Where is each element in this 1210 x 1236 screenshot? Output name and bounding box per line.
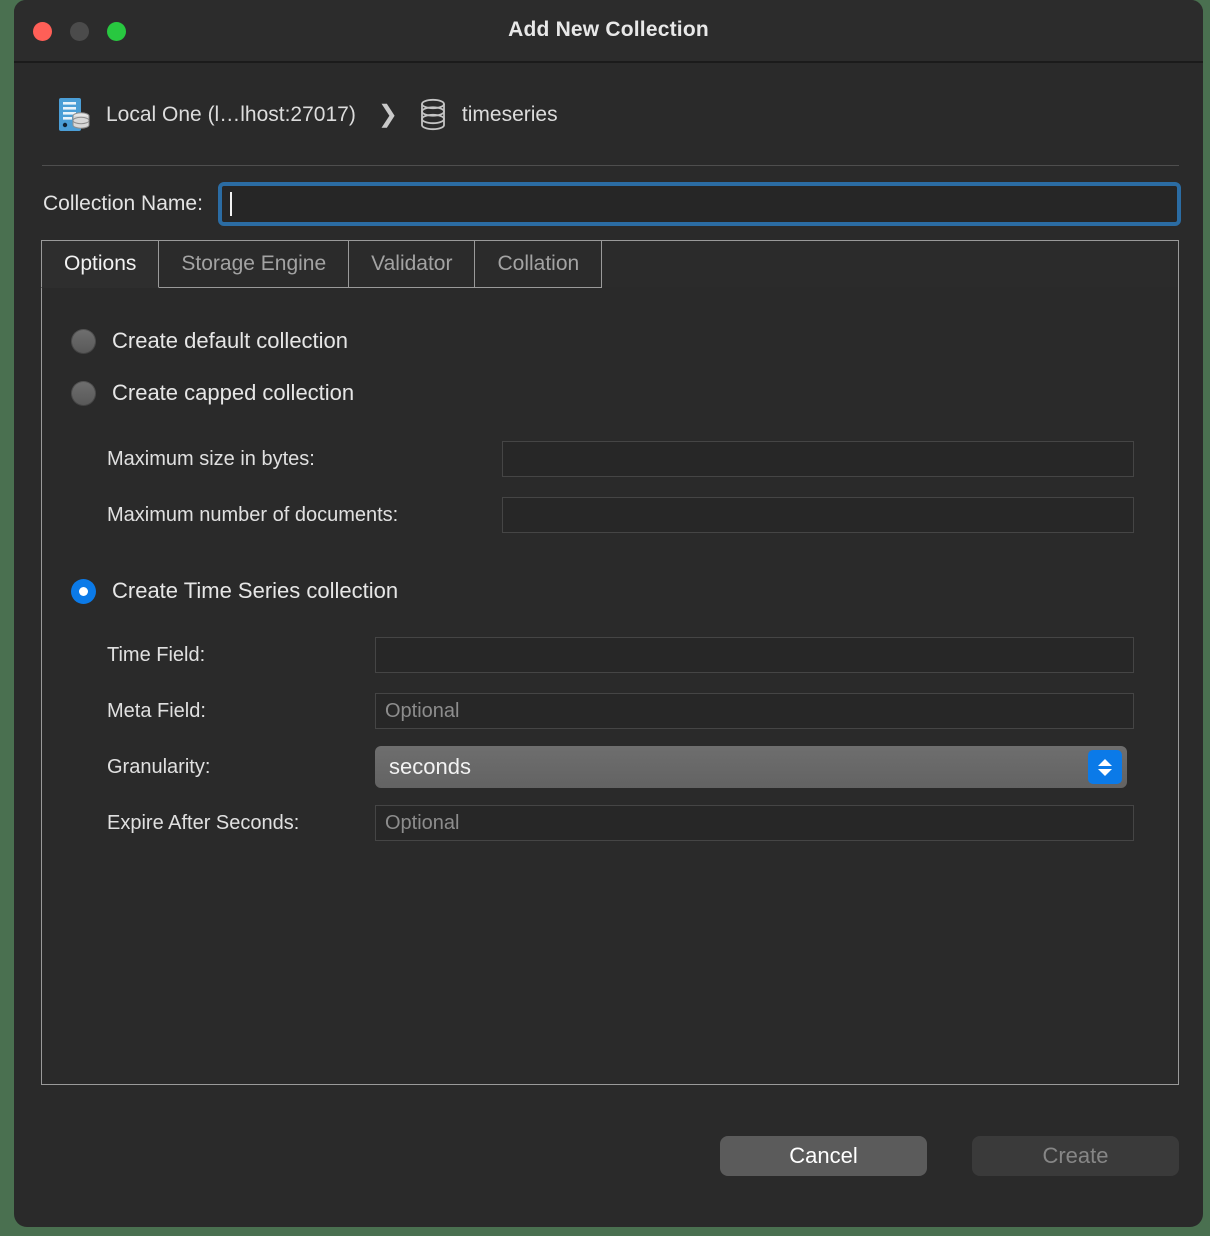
breadcrumb-server-label: Local One (l…lhost:27017)	[106, 102, 356, 126]
radio-row-timeseries[interactable]: Create Time Series collection	[42, 565, 1178, 617]
cancel-button[interactable]: Cancel	[720, 1136, 927, 1176]
label-granularity: Granularity:	[107, 755, 211, 778]
tab-panel-options: Create default collection Create capped …	[41, 287, 1179, 1085]
field-row-time-field: Time Field:	[42, 627, 1178, 683]
dialog-footer: Cancel Create	[14, 1085, 1203, 1227]
window-title: Add New Collection	[508, 18, 709, 41]
radio-create-capped[interactable]	[71, 380, 96, 406]
radio-create-default[interactable]	[71, 328, 96, 354]
label-expire-after: Expire After Seconds:	[107, 811, 300, 834]
tabs-section: Options Storage Engine Validator Collati…	[14, 240, 1203, 1085]
tab-strip: Options Storage Engine Validator Collati…	[41, 240, 1179, 288]
input-max-docs[interactable]	[502, 497, 1134, 533]
input-time-field[interactable]	[375, 637, 1134, 673]
chevron-up-down-icon[interactable]	[1088, 750, 1122, 784]
field-row-max-docs: Maximum number of documents:	[42, 487, 1178, 543]
field-row-granularity: Granularity: seconds	[42, 739, 1178, 795]
select-granularity[interactable]: seconds	[375, 746, 1127, 788]
label-meta-field: Meta Field:	[107, 699, 206, 722]
radio-label-timeseries: Create Time Series collection	[112, 578, 399, 603]
field-row-meta-field: Meta Field: Optional	[42, 683, 1178, 739]
input-meta-field[interactable]: Optional	[375, 693, 1134, 729]
field-row-expire-after: Expire After Seconds: Optional	[42, 795, 1178, 851]
text-caret	[229, 192, 232, 216]
breadcrumb-server[interactable]: Local One (l…lhost:27017)	[58, 96, 356, 134]
tab-storage-engine[interactable]: Storage Engine	[159, 240, 350, 288]
collection-name-label: Collection Name:	[43, 192, 203, 215]
title-bar: Add New Collection	[14, 0, 1203, 63]
collection-name-input[interactable]	[217, 182, 1181, 226]
breadcrumb-database-label: timeseries	[461, 102, 558, 126]
tab-validator[interactable]: Validator	[349, 240, 476, 288]
field-row-max-size: Maximum size in bytes:	[42, 431, 1178, 487]
tab-strip-filler	[602, 240, 1179, 288]
collection-name-row: Collection Name:	[14, 166, 1203, 240]
tab-collation[interactable]: Collation	[475, 240, 603, 288]
breadcrumb-database[interactable]: timeseries	[418, 98, 558, 132]
label-max-docs: Maximum number of documents:	[107, 503, 399, 526]
radio-label-capped: Create capped collection	[112, 380, 355, 405]
radio-row-default[interactable]: Create default collection	[42, 315, 1178, 367]
label-time-field: Time Field:	[107, 643, 206, 666]
screenshot-frame: Add New Collection Local One (l…lhost:27…	[0, 0, 1210, 1236]
server-icon	[58, 96, 92, 134]
breadcrumb-separator-icon: ❯	[377, 100, 398, 128]
radio-row-capped[interactable]: Create capped collection	[42, 367, 1178, 419]
dialog-window: Add New Collection Local One (l…lhost:27…	[14, 0, 1203, 1227]
header-divider	[42, 165, 1179, 166]
input-expire-after[interactable]: Optional	[375, 805, 1134, 841]
radio-label-default: Create default collection	[112, 328, 349, 353]
database-icon	[418, 98, 448, 132]
breadcrumb: Local One (l…lhost:27017) ❯ timeseries	[14, 63, 1203, 166]
radio-create-timeseries[interactable]	[71, 578, 96, 604]
tab-options[interactable]: Options	[41, 240, 160, 288]
input-max-size[interactable]	[502, 441, 1134, 477]
create-button[interactable]: Create	[972, 1136, 1179, 1176]
select-granularity-value: seconds	[389, 754, 471, 779]
label-max-size: Maximum size in bytes:	[107, 447, 315, 470]
